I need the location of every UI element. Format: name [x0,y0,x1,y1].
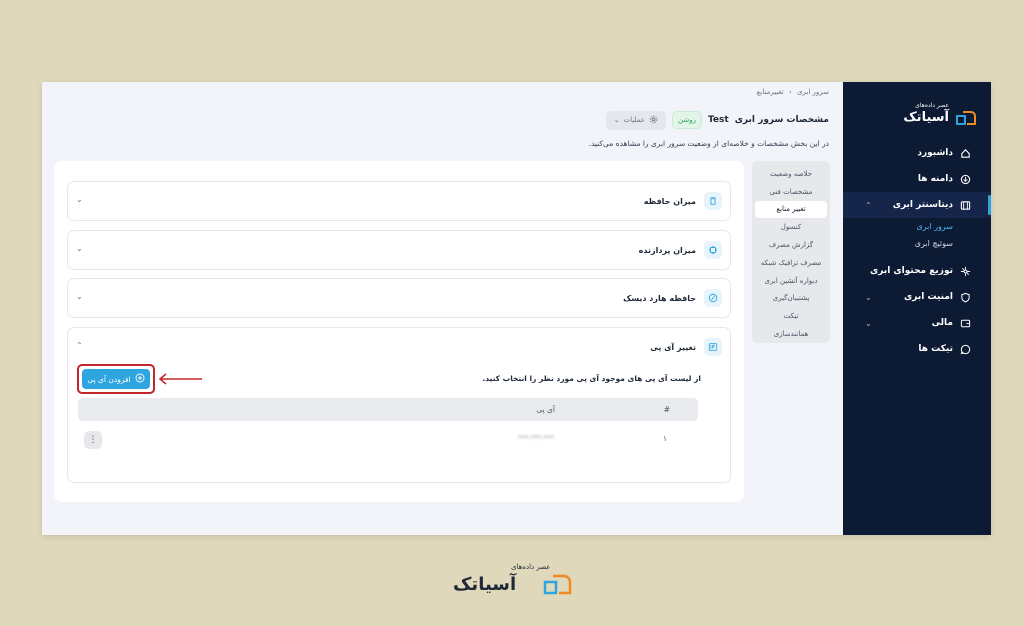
breadcrumb-separator: ‹ [789,88,792,96]
highlight-box: افزودن آی پی [77,364,155,394]
sidebar: عصر داده‌های آسیاتک داشبورد دامنه ها دیت… [843,82,991,535]
row-menu-button[interactable]: ⋮ [84,431,102,449]
page-description: در این بخش مشخصات و خلاصه‌ای از وضعیت سر… [588,139,829,148]
sidebar-nav: داشبورد دامنه ها دیتاسنتر ابری ⌃ سرور اب… [843,140,991,362]
chat-icon [959,343,971,355]
accordion-title: میزان پردازنده [638,245,696,255]
tab-replication[interactable]: همانندسازی [755,325,827,343]
sidebar-item-cdn[interactable]: توزیع محتوای ابری [843,258,991,284]
server-icon [959,199,971,211]
column-header-ip: آی پی [536,405,555,414]
chevron-down-icon: ⌄ [76,292,83,301]
sidebar-item-label: توزیع محتوای ابری [869,266,953,276]
sidebar-item-cloud-datacenter[interactable]: دیتاسنتر ابری ⌃ [843,192,991,218]
page-header: مشخصات سرور ابری Test روشن عملیات ⌄ [605,110,829,130]
operations-label: عملیات [623,116,645,124]
column-header-number: # [663,405,670,414]
chevron-down-icon: ⌄ [613,116,620,124]
page-title: مشخصات سرور ابری [734,115,829,125]
breadcrumb-current: تغییرمنابع [756,88,784,96]
sidebar-item-tickets[interactable]: تیکت ها [843,336,991,362]
logo-subtitle: عصر داده‌های [915,102,949,109]
sidebar-item-label: مالی [931,318,953,328]
chevron-up-icon[interactable]: ⌃ [76,341,83,350]
accordion-memory[interactable]: میزان حافظه ⌄ [67,181,731,221]
accordion-title: تغییر آی پی [650,342,696,352]
ip-icon [704,338,722,356]
wallet-icon [959,317,971,329]
accordion-header[interactable]: تغییر آی پی [650,337,722,357]
tab-usage-report[interactable]: گزارش مصرف [755,236,827,254]
sidebar-item-label: دامنه ها [917,174,953,184]
operations-dropdown[interactable]: عملیات ⌄ [605,110,666,130]
tab-technical-specs[interactable]: مشخصات فنی [755,183,827,201]
tab-firewall[interactable]: دیواره آتشین ابری [755,272,827,290]
chevron-down-icon: ⌄ [76,244,83,253]
sidebar-item-label: تیکت ها [918,344,953,354]
globe-icon [959,173,971,185]
accordion-disk[interactable]: حافظه هارد دیسک ⌄ [67,278,731,318]
accordion-title: حافظه هارد دیسک [623,293,696,303]
breadcrumb-root[interactable]: سرور ابری [797,88,829,96]
table-cell-number: ۱ [663,434,668,443]
home-icon [959,147,971,159]
sidebar-item-finance[interactable]: مالی ⌄ [843,310,991,336]
sidebar-subitem-cloud-switch[interactable]: سوئیچ ابری [843,235,991,252]
status-badge: روشن [672,111,702,129]
more-vertical-icon: ⋮ [88,435,98,445]
logo-mark-icon [543,574,572,595]
breadcrumb: سرور ابری ‹ تغییرمنابع [757,88,829,96]
chevron-down-icon: ⌄ [865,292,872,302]
gear-icon [649,115,658,126]
accordion-title: میزان حافظه [643,196,696,206]
footer-logo-name: آسیاتک [453,574,517,595]
content-card: میزان حافظه ⌄ میزان پردازنده ⌄ حافظه هار… [54,161,744,502]
logo-name: آسیاتک [903,110,949,125]
tab-backup[interactable]: پشتیبان‌گیری [755,290,827,308]
memory-icon [704,192,722,210]
sidebar-item-label: داشبورد [917,148,953,158]
add-ip-button[interactable]: افزودن آی پی [82,369,150,389]
tab-change-resources[interactable]: تغییر منابع [755,200,827,219]
tab-status-summary[interactable]: خلاصه وضعیت [755,165,827,183]
sidebar-item-dashboard[interactable]: داشبورد [843,140,991,166]
tab-console[interactable]: کنسول [755,218,827,236]
cpu-icon [704,241,722,259]
footer-logo: عصر داده‌های آسیاتک [451,561,575,601]
server-name: Test [707,115,729,125]
logo: عصر داده‌های آسیاتک [887,102,977,132]
plus-circle-icon [135,373,145,385]
arrow-left-icon [158,373,202,385]
ip-table-header: # آی پی [78,398,698,421]
add-ip-label: افزودن آی پی [87,374,131,384]
network-icon [959,265,971,277]
tabs-panel: خلاصه وضعیت مشخصات فنی تغییر منابع کنسول… [752,161,830,343]
app-window: عصر داده‌های آسیاتک داشبورد دامنه ها دیت… [42,82,991,535]
chevron-down-icon: ⌄ [76,195,83,204]
disk-icon [704,289,722,307]
accordion-cpu[interactable]: میزان پردازنده ⌄ [67,230,731,270]
tab-network-traffic[interactable]: مصرف ترافیک شبکه [755,254,827,272]
ip-description: از لیست آی پی های موجود آی پی مورد نظر ر… [482,374,701,383]
table-cell-ip: ***.***.*** [518,434,554,442]
sidebar-subitem-cloud-server[interactable]: سرور ابری [843,218,991,235]
sidebar-item-label: دیتاسنتر ابری [892,200,953,210]
chevron-down-icon: ⌄ [865,318,872,328]
sidebar-item-label: امنیت ابری [904,292,953,302]
logo-mark-icon [956,111,976,125]
shield-icon [959,291,971,303]
sidebar-item-domains[interactable]: دامنه ها [843,166,991,192]
footer-logo-subtitle: عصر داده‌های [511,563,551,571]
sidebar-item-cloud-security[interactable]: امنیت ابری ⌄ [843,284,991,310]
chevron-up-icon: ⌃ [865,200,872,210]
tab-ticket[interactable]: تیکت [755,307,827,325]
